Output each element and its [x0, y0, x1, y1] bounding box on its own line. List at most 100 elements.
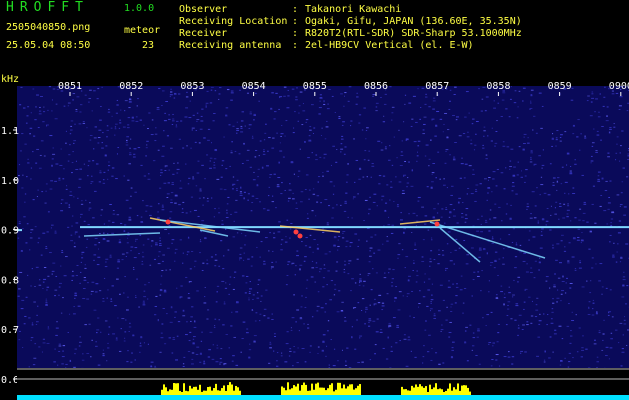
noise-speck: [141, 200, 144, 202]
noise-speck: [562, 276, 564, 278]
noise-speck: [297, 347, 299, 349]
noise-speck: [401, 140, 404, 142]
level-baseline: [17, 395, 629, 400]
noise-speck: [196, 290, 199, 292]
noise-speck: [473, 149, 476, 151]
noise-speck: [324, 253, 328, 255]
noise-speck: [310, 104, 314, 106]
noise-speck: [309, 129, 312, 131]
noise-speck: [76, 264, 79, 266]
noise-speck: [260, 300, 262, 302]
noise-speck: [66, 185, 68, 187]
noise-speck: [433, 97, 436, 99]
noise-speck: [60, 265, 62, 267]
noise-speck: [265, 289, 268, 291]
noise-speck: [200, 115, 203, 117]
noise-speck: [450, 357, 454, 359]
noise-speck: [69, 191, 72, 193]
noise-speck: [555, 145, 557, 147]
noise-speck: [567, 260, 570, 262]
noise-speck: [182, 252, 184, 254]
noise-speck: [522, 149, 525, 151]
noise-speck: [577, 119, 580, 121]
noise-speck: [167, 233, 170, 235]
noise-speck: [484, 110, 487, 112]
noise-speck: [54, 180, 57, 182]
noise-speck: [411, 290, 414, 292]
noise-speck: [78, 186, 81, 188]
noise-speck: [162, 90, 165, 92]
noise-speck: [613, 123, 615, 125]
noise-speck: [492, 345, 494, 347]
noise-speck: [526, 206, 530, 208]
noise-speck: [488, 342, 492, 344]
noise-speck: [79, 336, 81, 338]
noise-speck: [398, 243, 401, 245]
noise-speck: [543, 313, 545, 315]
noise-speck: [287, 89, 289, 91]
noise-speck: [232, 183, 236, 185]
noise-speck: [65, 142, 67, 144]
noise-speck: [262, 153, 266, 155]
noise-speck: [128, 218, 132, 220]
noise-speck: [552, 298, 554, 300]
noise-speck: [305, 174, 309, 176]
noise-speck: [271, 92, 274, 94]
noise-speck: [270, 108, 273, 110]
noise-speck: [556, 297, 560, 299]
noise-speck: [407, 280, 410, 282]
noise-speck: [266, 209, 270, 211]
noise-speck: [193, 326, 197, 328]
noise-speck: [490, 311, 493, 313]
noise-speck: [251, 135, 254, 137]
noise-speck: [566, 152, 570, 154]
noise-speck: [509, 218, 512, 220]
noise-speck: [515, 303, 519, 305]
noise-speck: [121, 253, 125, 255]
noise-speck: [263, 151, 265, 153]
noise-speck: [110, 127, 113, 129]
noise-speck: [498, 258, 501, 260]
noise-speck: [140, 336, 143, 338]
noise-speck: [249, 113, 252, 115]
noise-speck: [553, 284, 556, 286]
noise-speck: [523, 252, 527, 254]
noise-speck: [358, 282, 361, 284]
noise-speck: [324, 311, 327, 313]
noise-speck: [431, 237, 433, 239]
noise-speck: [394, 176, 397, 178]
noise-speck: [554, 273, 556, 275]
noise-speck: [188, 281, 192, 283]
noise-speck: [75, 168, 79, 170]
noise-speck: [38, 167, 42, 169]
noise-speck: [72, 270, 74, 272]
noise-speck: [100, 214, 102, 216]
noise-speck: [290, 327, 292, 329]
noise-speck: [264, 132, 267, 134]
noise-speck: [87, 282, 89, 284]
noise-speck: [238, 153, 241, 155]
noise-speck: [310, 276, 314, 278]
noise-speck: [361, 129, 364, 131]
noise-speck: [115, 337, 118, 339]
noise-speck: [489, 264, 492, 266]
noise-speck: [317, 244, 319, 246]
noise-speck: [352, 196, 356, 198]
noise-speck: [486, 314, 490, 316]
noise-speck: [110, 300, 113, 302]
noise-speck: [116, 267, 120, 269]
noise-speck: [309, 345, 312, 347]
noise-speck: [200, 340, 203, 342]
noise-speck: [261, 167, 264, 169]
noise-speck: [517, 161, 519, 163]
noise-speck: [372, 268, 374, 270]
noise-speck: [386, 184, 389, 186]
noise-speck: [80, 261, 82, 263]
noise-speck: [308, 198, 311, 200]
noise-speck: [488, 230, 491, 232]
noise-speck: [270, 268, 273, 270]
noise-speck: [543, 192, 547, 194]
noise-speck: [264, 123, 267, 125]
noise-speck: [79, 282, 82, 284]
noise-speck: [388, 326, 390, 328]
